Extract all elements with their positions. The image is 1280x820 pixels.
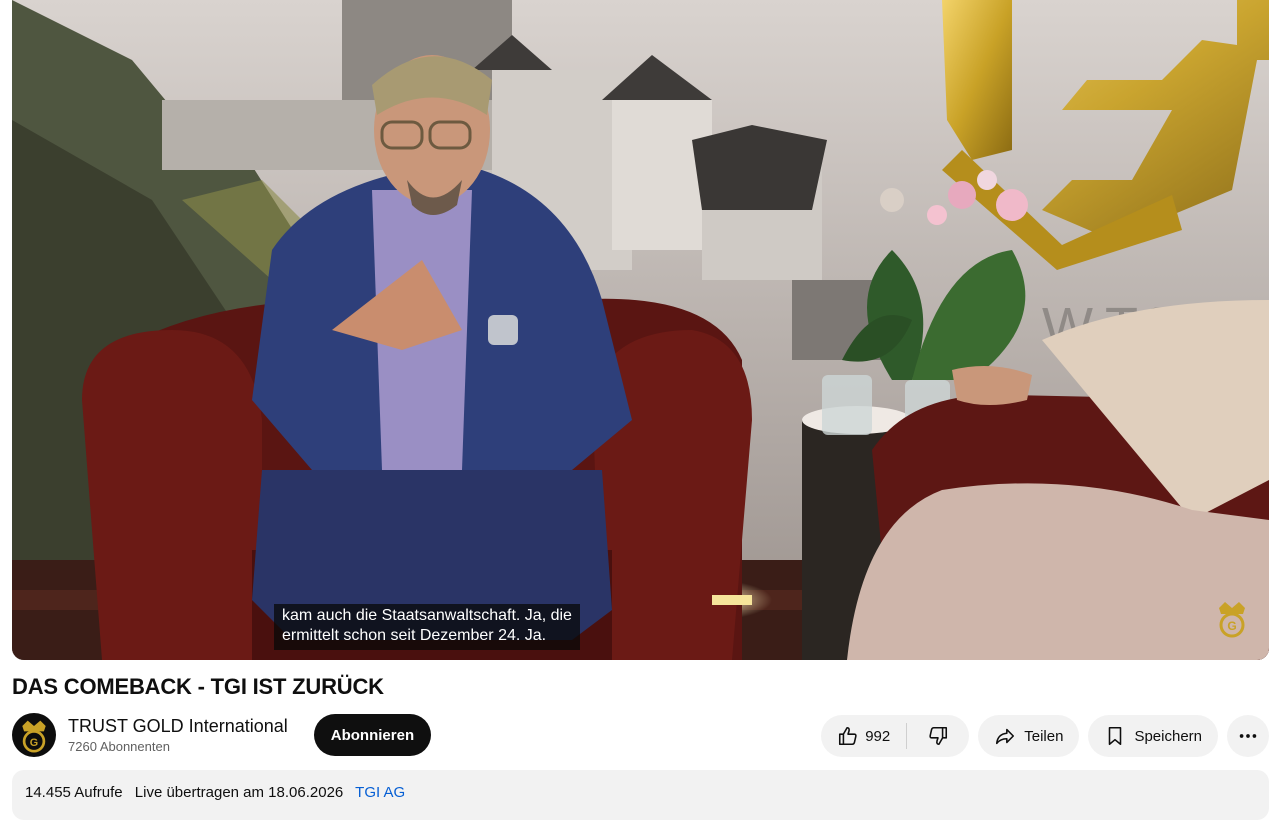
hashtag-link[interactable]: TGI AG [355, 784, 405, 801]
video-captions: kam auch die Staatsanwaltschaft. Ja, die… [274, 604, 580, 650]
description-info: 14.455 Aufrufe Live übertragen am 18.06.… [25, 784, 413, 801]
video-actions: 992 Teilen Speichern [821, 715, 1269, 757]
share-label: Teilen [1024, 727, 1064, 745]
tgi-crown-logo-icon: G [22, 720, 46, 753]
caption-line: kam auch die Staatsanwaltschaft. Ja, die [282, 607, 572, 624]
share-button[interactable]: Teilen [978, 715, 1080, 757]
like-dislike-group: 992 [821, 715, 970, 757]
thumbs-down-icon [929, 726, 948, 746]
subscribe-button[interactable]: Abonnieren [313, 714, 432, 756]
save-button[interactable]: Speichern [1088, 715, 1218, 757]
channel-avatar[interactable]: G [12, 713, 56, 757]
channel-watermark-icon[interactable]: G [1215, 598, 1249, 638]
more-horizontal-icon [1239, 734, 1257, 738]
video-player[interactable]: W.TGI.L [12, 0, 1269, 660]
caption-line: ermittelt schon seit Dezember 24. Ja. [282, 627, 547, 644]
view-count: 14.455 Aufrufe [25, 784, 123, 801]
channel-meta: TRUST GOLD International 7260 Abonnenten [68, 714, 288, 756]
like-count: 992 [865, 727, 891, 745]
dislike-button[interactable] [907, 715, 969, 757]
thumbs-up-icon [839, 726, 857, 746]
channel-owner: G TRUST GOLD International 7260 Abonnent… [12, 711, 432, 759]
more-actions-button[interactable] [1227, 715, 1269, 757]
save-label: Speichern [1134, 727, 1202, 745]
svg-text:G: G [30, 737, 38, 749]
like-button[interactable]: 992 [821, 715, 906, 757]
svg-text:G: G [1227, 619, 1236, 633]
video-title: DAS COMEBACK - TGI IST ZURÜCK [12, 674, 384, 699]
video-frame: W.TGI.L [12, 0, 1269, 660]
share-icon [996, 728, 1015, 745]
subscriber-count: 7260 Abonnenten [68, 739, 170, 754]
stream-date: Live übertragen am 18.06.2026 [134, 784, 344, 801]
bookmark-icon [1109, 726, 1122, 746]
description-box[interactable]: 14.455 Aufrufe Live übertragen am 18.06.… [12, 770, 1269, 820]
channel-name[interactable]: TRUST GOLD International [68, 714, 288, 738]
